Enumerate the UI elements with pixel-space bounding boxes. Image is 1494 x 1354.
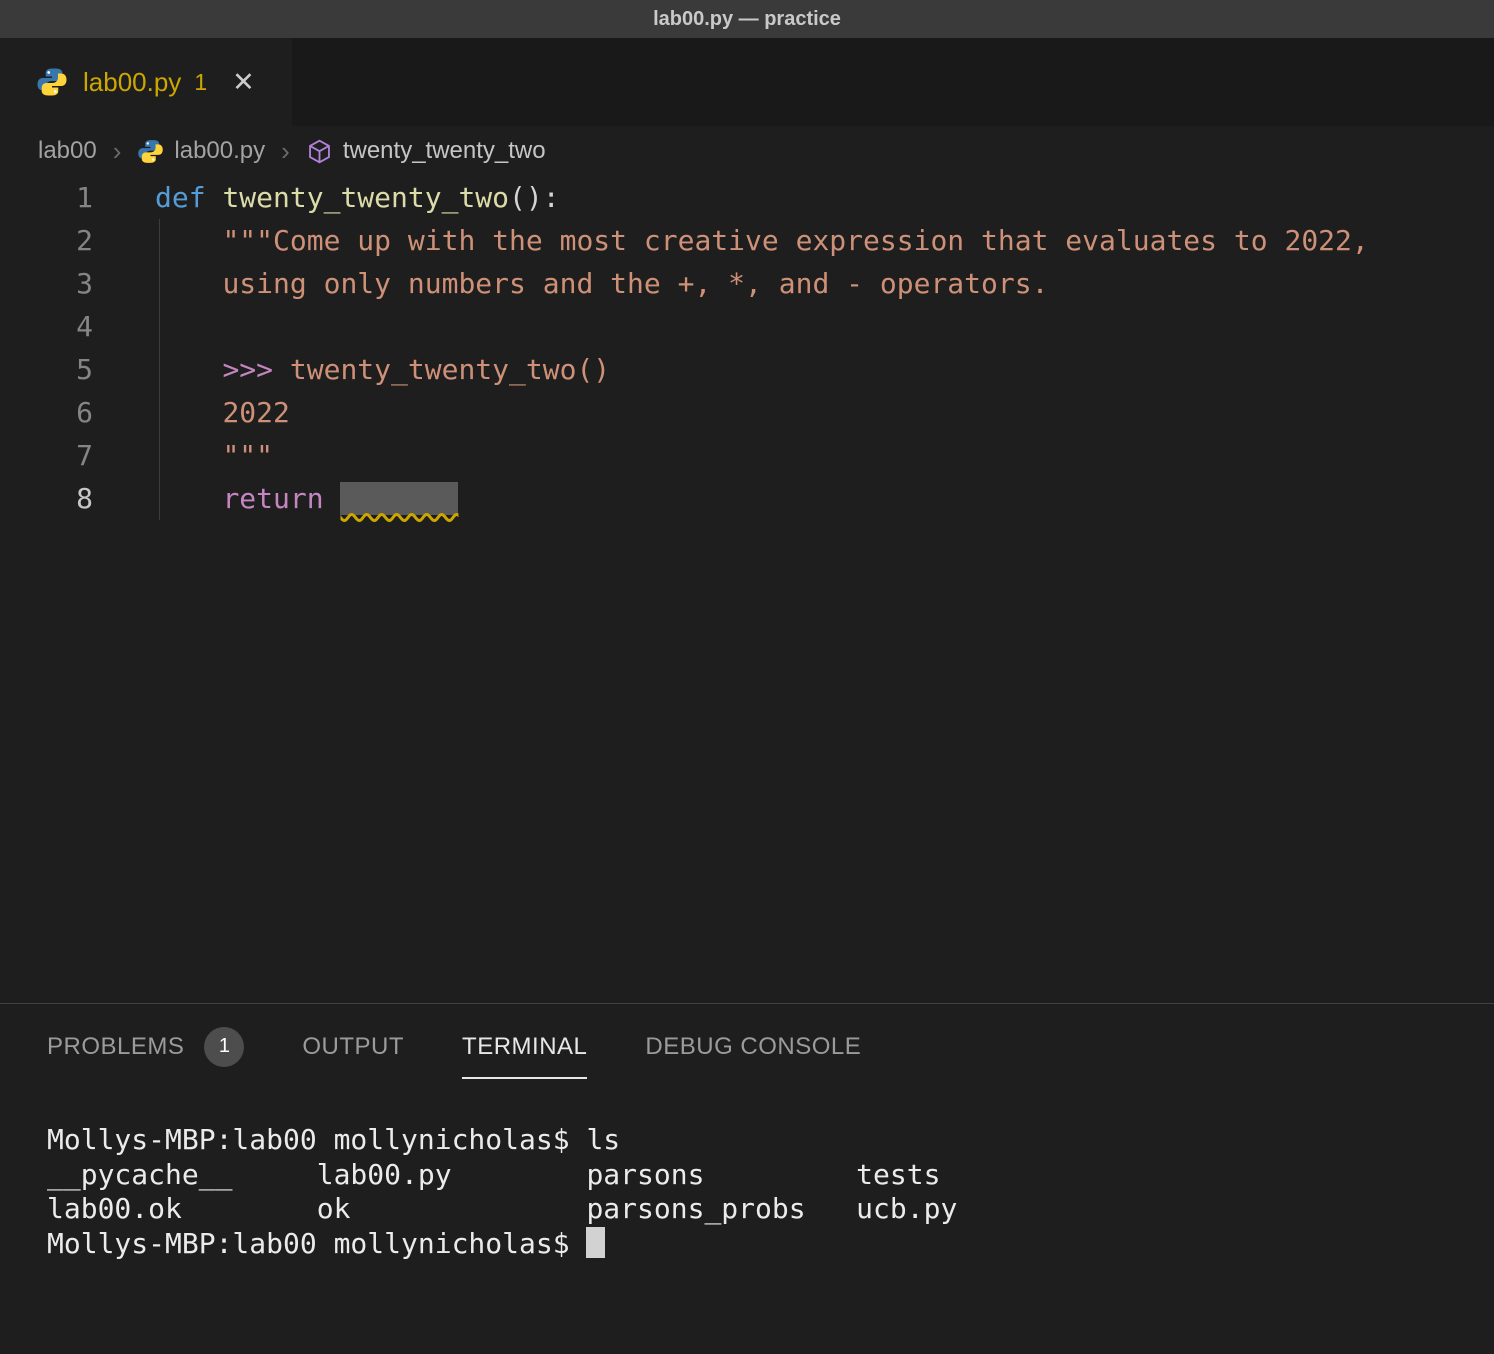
terminal-cursor (586, 1227, 605, 1258)
code-line-content: 2022 (93, 391, 290, 434)
titlebar: lab00.py — practice (0, 0, 1494, 38)
tab-lab00py[interactable]: lab00.py 1 ✕ (0, 38, 292, 126)
python-icon (36, 66, 68, 98)
code-line: 4 (0, 305, 1494, 348)
code-line: 5 >>> twenty_twenty_two() (0, 348, 1494, 391)
code-token (155, 396, 222, 429)
code-line-content: using only numbers and the +, *, and - o… (93, 262, 1048, 305)
panel-tab-label: TERMINAL (462, 1033, 587, 1061)
line-number: 6 (0, 391, 93, 434)
terminal-line: __pycache__ lab00.py parsons tests (47, 1158, 1494, 1193)
snippet-placeholder (340, 482, 458, 515)
code-lines: 1def twenty_twenty_two():2 """Come up wi… (0, 176, 1494, 520)
line-number: 7 (0, 434, 93, 477)
terminal-text: __pycache__ lab00.py parsons tests (47, 1158, 940, 1191)
code-token: (): (509, 181, 560, 214)
code-token: twenty_twenty_two() (290, 353, 610, 386)
code-line-content (93, 305, 155, 348)
terminal-text: lab00.ok ok parsons_probs ucb.py (47, 1192, 957, 1225)
panel-tab-label: PROBLEMS (47, 1033, 184, 1061)
panel-tab-output[interactable]: OUTPUT (302, 1017, 404, 1079)
code-line-content: return (93, 477, 458, 520)
code-token: """Come up with the most creative expres… (222, 224, 1368, 257)
panel-tab-problems[interactable]: PROBLEMS 1 (47, 1017, 244, 1079)
close-icon[interactable]: ✕ (232, 67, 255, 98)
code-line-content: def twenty_twenty_two(): (93, 176, 560, 219)
code-token (155, 482, 222, 515)
terminal[interactable]: Mollys-MBP:lab00 mollynicholas$ ls__pyca… (0, 1091, 1494, 1261)
code-token: 2022 (222, 396, 289, 429)
chevron-right-icon: › (113, 136, 122, 167)
code-token (155, 353, 222, 386)
code-token (324, 482, 341, 515)
breadcrumb-file[interactable]: lab00.py (174, 137, 265, 165)
tab-bar: lab00.py 1 ✕ (0, 38, 1494, 126)
panel-tab-terminal[interactable]: TERMINAL (462, 1017, 587, 1079)
panel-tab-debug-console[interactable]: DEBUG CONSOLE (645, 1017, 861, 1079)
code-editor[interactable]: 1def twenty_twenty_two():2 """Come up wi… (0, 176, 1494, 1003)
line-number: 1 (0, 176, 93, 219)
vscode-window: lab00.py — practice lab00.py 1 ✕ lab00 › (0, 0, 1494, 1261)
panel-tab-bar: PROBLEMS 1 OUTPUT TERMINAL DEBUG CONSOLE (0, 1004, 1494, 1091)
code-token (155, 267, 222, 300)
symbol-cube-icon (306, 138, 333, 165)
chevron-right-icon: › (281, 136, 290, 167)
panel-tab-label: OUTPUT (302, 1033, 404, 1061)
tab-problem-count: 1 (194, 69, 207, 96)
code-line: 3 using only numbers and the +, *, and -… (0, 262, 1494, 305)
code-token: >>> (222, 353, 273, 386)
problems-count-badge: 1 (204, 1027, 244, 1067)
terminal-text: Mollys-MBP:lab00 mollynicholas$ ls (47, 1123, 620, 1156)
line-number: 4 (0, 305, 93, 348)
code-token (155, 224, 222, 257)
code-token: twenty_twenty_two (222, 181, 509, 214)
code-token: return (222, 482, 323, 515)
panel-tab-label: DEBUG CONSOLE (645, 1033, 861, 1061)
code-line: 7 """ (0, 434, 1494, 477)
code-token (206, 181, 223, 214)
code-token (155, 439, 222, 472)
code-token: using only numbers and the +, *, and - o… (222, 267, 1048, 300)
terminal-line: Mollys-MBP:lab00 mollynicholas$ (47, 1227, 1494, 1262)
breadcrumb-folder[interactable]: lab00 (38, 137, 97, 165)
code-line: 6 2022 (0, 391, 1494, 434)
code-token: def (155, 181, 206, 214)
python-icon (137, 138, 164, 165)
code-line: 1def twenty_twenty_two(): (0, 176, 1494, 219)
line-number: 3 (0, 262, 93, 305)
line-number: 2 (0, 219, 93, 262)
code-line-content: >>> twenty_twenty_two() (93, 348, 610, 391)
code-line-content: """ (93, 434, 273, 477)
terminal-line: lab00.ok ok parsons_probs ucb.py (47, 1192, 1494, 1227)
tab-label: lab00.py (83, 67, 181, 98)
breadcrumb: lab00 › lab00.py › twenty_twenty_two (0, 126, 1494, 176)
window-title: lab00.py — practice (653, 8, 841, 31)
code-line: 8 return (0, 477, 1494, 520)
breadcrumb-symbol[interactable]: twenty_twenty_two (343, 137, 546, 165)
line-number: 5 (0, 348, 93, 391)
bottom-panel: PROBLEMS 1 OUTPUT TERMINAL DEBUG CONSOLE Mol… (0, 1003, 1494, 1261)
code-line: 2 """Come up with the most creative expr… (0, 219, 1494, 262)
line-number: 8 (0, 477, 93, 520)
terminal-text: Mollys-MBP:lab00 mollynicholas$ (47, 1227, 586, 1260)
terminal-line: Mollys-MBP:lab00 mollynicholas$ ls (47, 1123, 1494, 1158)
code-token (273, 353, 290, 386)
code-line-content: """Come up with the most creative expres… (93, 219, 1369, 262)
indent-guide (159, 219, 160, 520)
code-token: """ (222, 439, 273, 472)
